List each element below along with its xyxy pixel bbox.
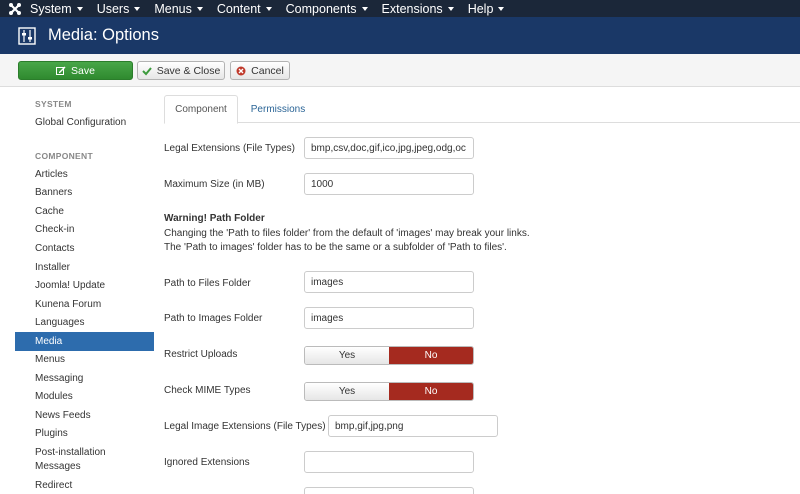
legal-extensions-label: Legal Extensions (File Types) bbox=[164, 143, 295, 154]
checkmark-icon bbox=[141, 66, 152, 76]
sidebar-item-media[interactable]: Media bbox=[15, 332, 154, 351]
menu-help[interactable]: Help bbox=[468, 2, 505, 16]
caret-down-icon bbox=[76, 6, 83, 11]
save-close-button[interactable]: Save & Close bbox=[137, 61, 225, 80]
sidebar-item-post-installation[interactable]: Post-installation bbox=[15, 447, 154, 458]
cancel-circle-icon bbox=[236, 66, 246, 76]
check-mime-yes-button[interactable]: Yes bbox=[305, 383, 389, 400]
sidebar-item-plugins[interactable]: Plugins bbox=[15, 428, 154, 439]
max-size-label: Maximum Size (in MB) bbox=[164, 179, 265, 190]
caret-down-icon bbox=[447, 6, 454, 11]
top-menubar: System Users Menus Content Components Ex… bbox=[0, 0, 800, 17]
tab-component[interactable]: Component bbox=[164, 95, 238, 124]
path-files-input[interactable]: images bbox=[304, 271, 474, 293]
caret-down-icon bbox=[134, 6, 141, 11]
ignored-extensions-label: Ignored Extensions bbox=[164, 457, 250, 468]
menu-system[interactable]: System bbox=[30, 2, 83, 16]
warning-line-1: Changing the 'Path to files folder' from… bbox=[164, 228, 530, 239]
next-field-input[interactable] bbox=[304, 487, 474, 494]
sidebar-heading-component: COMPONENT bbox=[35, 151, 93, 161]
legal-image-extensions-label: Legal Image Extensions (File Types) bbox=[164, 421, 326, 432]
warning-line-2: The 'Path to images' folder has to be th… bbox=[164, 242, 507, 253]
legal-extensions-input[interactable]: bmp,csv,doc,gif,ico,jpg,jpeg,odg,oc bbox=[304, 137, 474, 159]
menu-content[interactable]: Content bbox=[217, 2, 272, 16]
page-title: Media: Options bbox=[48, 26, 159, 44]
menu-menus[interactable]: Menus bbox=[154, 2, 203, 16]
sidebar-item-banners[interactable]: Banners bbox=[15, 187, 154, 198]
sidebar-item-modules[interactable]: Modules bbox=[15, 391, 154, 402]
check-mime-toggle: Yes No bbox=[304, 382, 474, 401]
sidebar-item-news-feeds[interactable]: News Feeds bbox=[15, 410, 154, 421]
restrict-uploads-yes-button[interactable]: Yes bbox=[305, 347, 389, 364]
caret-down-icon bbox=[265, 6, 272, 11]
sidebar-item-contacts[interactable]: Contacts bbox=[15, 243, 154, 254]
sidebar-item-global-configuration[interactable]: Global Configuration bbox=[15, 117, 154, 128]
menu-extensions[interactable]: Extensions bbox=[382, 2, 454, 16]
toolbar: Save Save & Close Cancel bbox=[0, 54, 800, 87]
sidebar-item-languages[interactable]: Languages bbox=[15, 317, 154, 328]
path-files-label: Path to Files Folder bbox=[164, 278, 251, 289]
sidebar-item-articles[interactable]: Articles bbox=[15, 169, 154, 180]
check-mime-no-button[interactable]: No bbox=[389, 383, 473, 400]
restrict-uploads-label: Restrict Uploads bbox=[164, 349, 238, 360]
sidebar-item-check-in[interactable]: Check-in bbox=[15, 224, 154, 235]
check-mime-label: Check MIME Types bbox=[164, 385, 251, 396]
warning-title: Warning! Path Folder bbox=[164, 213, 265, 224]
sidebar-item-messaging[interactable]: Messaging bbox=[15, 373, 154, 384]
caret-down-icon bbox=[498, 6, 505, 11]
sidebar-item-redirect[interactable]: Redirect bbox=[15, 480, 154, 491]
max-size-input[interactable]: 1000 bbox=[304, 173, 474, 195]
ignored-extensions-input[interactable] bbox=[304, 451, 474, 473]
save-button[interactable]: Save bbox=[18, 61, 133, 80]
sidebar-item-post-installation-messages[interactable]: Messages bbox=[15, 461, 154, 472]
restrict-uploads-no-button[interactable]: No bbox=[389, 347, 473, 364]
sidebar-item-installer[interactable]: Installer bbox=[15, 262, 154, 273]
menu-users[interactable]: Users bbox=[97, 2, 141, 16]
path-images-label: Path to Images Folder bbox=[164, 313, 263, 324]
path-images-input[interactable]: images bbox=[304, 307, 474, 329]
sidebar-item-cache[interactable]: Cache bbox=[15, 206, 154, 217]
sidebar-item-joomla-update[interactable]: Joomla! Update bbox=[15, 280, 154, 291]
caret-down-icon bbox=[361, 6, 368, 11]
sidebar-heading-system: SYSTEM bbox=[35, 99, 72, 109]
menu-components[interactable]: Components bbox=[286, 2, 368, 16]
title-bar: Media: Options bbox=[0, 17, 800, 54]
restrict-uploads-toggle: Yes No bbox=[304, 346, 474, 365]
sidebar-item-kunena-forum[interactable]: Kunena Forum bbox=[15, 299, 154, 310]
edit-icon bbox=[56, 66, 66, 76]
sidebar-item-menus[interactable]: Menus bbox=[15, 354, 154, 365]
tab-permissions[interactable]: Permissions bbox=[238, 95, 318, 123]
caret-down-icon bbox=[196, 6, 203, 11]
options-sliders-icon bbox=[18, 26, 36, 45]
cancel-button[interactable]: Cancel bbox=[230, 61, 290, 80]
joomla-logo-icon[interactable] bbox=[0, 0, 30, 17]
tab-bar: Component Permissions bbox=[164, 95, 800, 124]
legal-image-extensions-input[interactable]: bmp,gif,jpg,png bbox=[328, 415, 498, 437]
